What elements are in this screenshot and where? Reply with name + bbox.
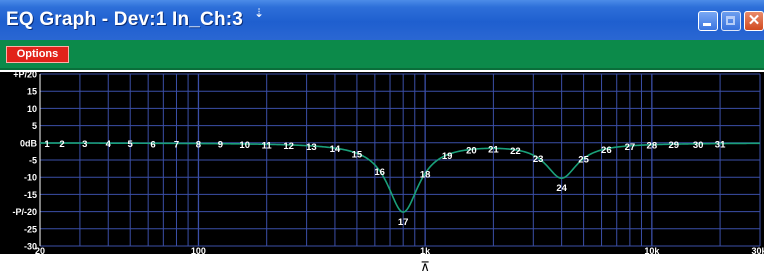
band-label: 31 [715, 140, 726, 151]
band-label: 3 [82, 139, 87, 150]
band-label: 21 [488, 144, 499, 155]
y-tick-label: -10 [24, 173, 37, 183]
x-tick-label: 10k [644, 246, 660, 256]
eq-graph-panel[interactable]: +P/20 15 10 5 0dB -5 -10 -15 -P/-20 -25 -30 20 100 1k… [0, 70, 764, 274]
band-label: 11 [262, 140, 273, 151]
x-tick-label: 1k [420, 246, 431, 256]
y-tick-label: -15 [24, 190, 37, 200]
band-label: 26 [601, 145, 612, 156]
options-button[interactable]: Options [6, 46, 69, 63]
band-label: 6 [150, 139, 155, 150]
window-title: EQ Graph - Dev:1 In_Ch:3 [6, 9, 244, 30]
band-label: 2 [59, 139, 64, 150]
close-icon: ✕ [747, 12, 761, 29]
eq-graph-window: EQ Graph - Dev:1 In_Ch:3 ⇣ ✕ Options +P/… [0, 0, 764, 274]
maximize-button[interactable] [721, 11, 741, 31]
band-label: 12 [283, 141, 294, 152]
band-label: 16 [374, 167, 385, 178]
band-label: 5 [128, 139, 134, 150]
y-tick-label: -25 [24, 224, 37, 234]
band-label: 7 [174, 139, 179, 150]
band-label: 22 [510, 146, 521, 157]
mouse-cursor-icon: ⇣ [254, 6, 265, 20]
band-label: 8 [196, 140, 201, 151]
band-label: 14 [330, 144, 341, 155]
band-label: 17 [398, 217, 409, 228]
frequency-marker-icon: ⊼ [420, 259, 430, 274]
band-label: 24 [556, 183, 567, 194]
band-label: 28 [647, 141, 658, 152]
x-tick-label: 100 [191, 246, 206, 256]
band-label: 1 [44, 139, 50, 150]
title-bar[interactable]: EQ Graph - Dev:1 In_Ch:3 ⇣ ✕ [0, 0, 764, 40]
band-label: 25 [578, 155, 589, 166]
band-label: 20 [466, 145, 477, 156]
y-tick-label: -P/-20 [12, 207, 37, 217]
y-tick-label: -5 [29, 156, 37, 166]
band-label: 30 [693, 140, 704, 151]
y-tick-label: 15 [27, 87, 37, 97]
y-tick-label: 5 [32, 121, 37, 131]
y-tick-label: +P/20 [13, 72, 37, 80]
plot-background [0, 72, 764, 254]
band-label: 4 [106, 139, 112, 150]
y-tick-label: 0dB [20, 138, 38, 148]
band-label: 10 [239, 140, 250, 151]
band-label: 13 [306, 142, 317, 153]
band-label: 29 [669, 140, 680, 151]
minimize-button[interactable] [698, 11, 718, 31]
band-label: 19 [442, 151, 453, 162]
x-tick-label: 30k [751, 246, 764, 256]
eq-chart[interactable]: +P/20151050dB-5-10-15-P/-20-25-3020 100 1k… [0, 70, 764, 274]
band-label: 23 [533, 154, 544, 165]
close-button[interactable]: ✕ [744, 11, 764, 31]
menu-bar: Options [0, 40, 764, 70]
y-tick-label: 10 [27, 104, 37, 114]
x-tick-label: 20 [35, 246, 45, 256]
bottom-strip [0, 254, 764, 274]
band-label: 27 [625, 142, 636, 153]
band-label: 15 [352, 149, 363, 160]
band-label: 9 [218, 140, 223, 151]
band-label: 18 [420, 169, 431, 180]
